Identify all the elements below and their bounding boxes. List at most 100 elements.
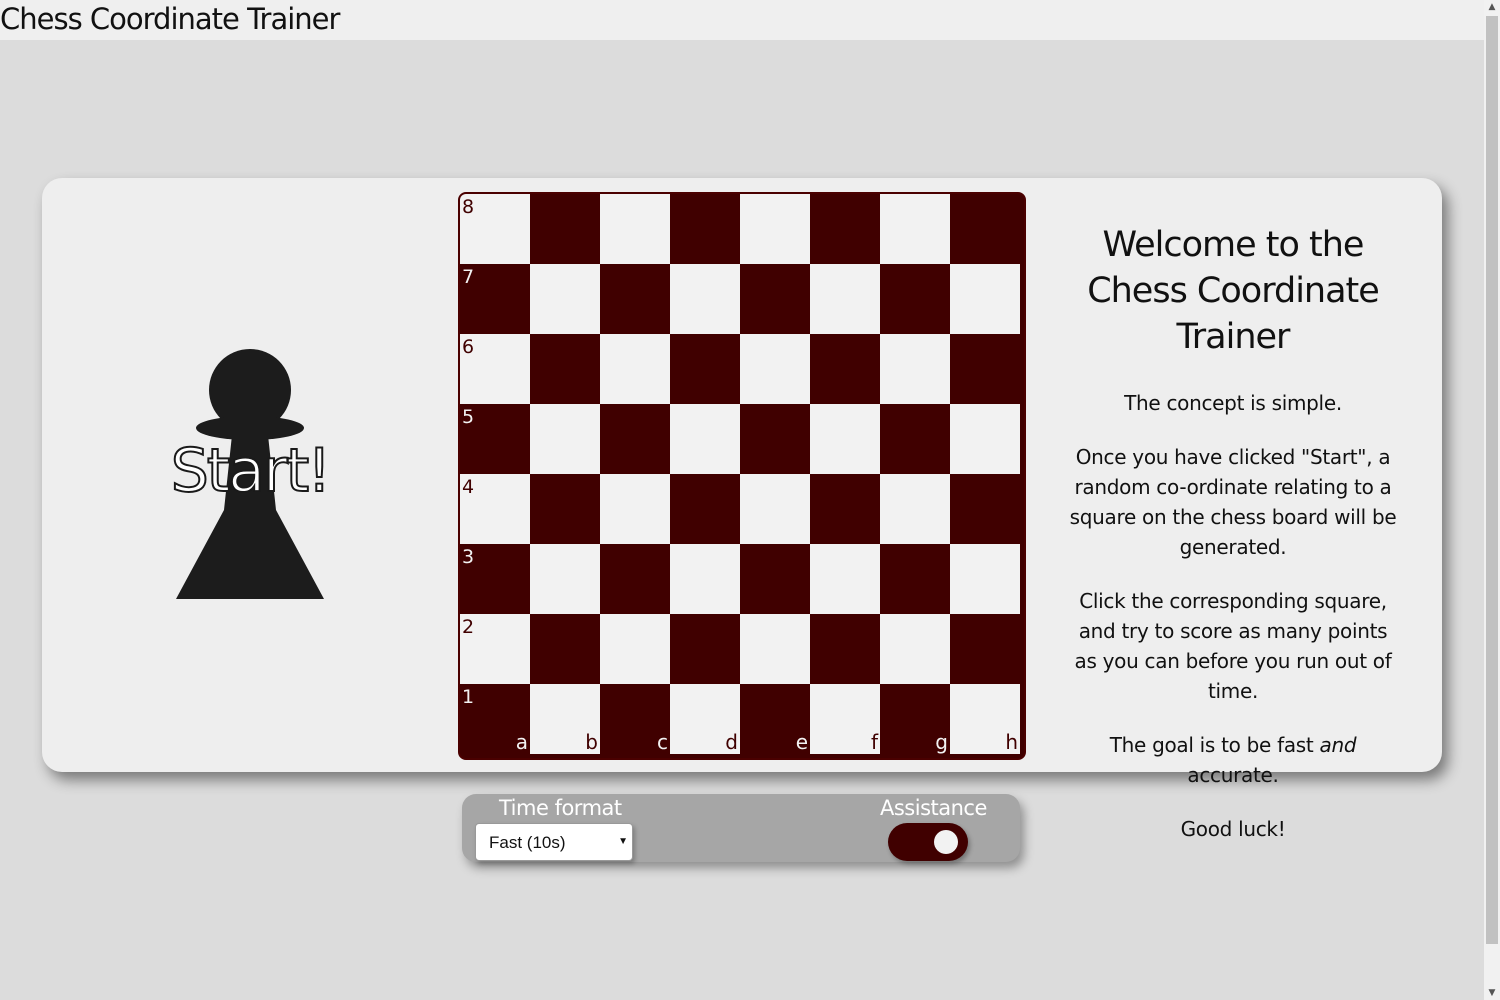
settings-bar: Time format Fast (10s) ▼ Assistance: [462, 794, 1020, 862]
chess-board: 87654321abcdefgh: [458, 192, 1026, 760]
square-a1[interactable]: 1a: [460, 684, 530, 754]
square-a8[interactable]: 8: [460, 194, 530, 264]
square-a2[interactable]: 2: [460, 614, 530, 684]
square-c3[interactable]: [600, 544, 670, 614]
scroll-up-arrow-icon[interactable]: ▲: [1484, 0, 1500, 14]
goal-text-emphasis: and: [1319, 733, 1357, 757]
rank-label: 4: [462, 476, 475, 498]
square-d1[interactable]: d: [670, 684, 740, 754]
square-f2[interactable]: [810, 614, 880, 684]
square-d7[interactable]: [670, 264, 740, 334]
welcome-panel: Welcome to the Chess Coordinate Trainer …: [1065, 222, 1401, 868]
rank-label: 3: [462, 546, 475, 568]
square-a6[interactable]: 6: [460, 334, 530, 404]
intro-text: The concept is simple.: [1124, 391, 1342, 415]
square-h4[interactable]: [950, 474, 1020, 544]
start-label: Start!: [170, 435, 333, 507]
square-b6[interactable]: [530, 334, 600, 404]
square-g7[interactable]: [880, 264, 950, 334]
rank-label: 1: [462, 686, 475, 708]
square-g1[interactable]: g: [880, 684, 950, 754]
square-b8[interactable]: [530, 194, 600, 264]
square-h1[interactable]: h: [950, 684, 1020, 754]
top-bar: Chess Coordinate Trainer: [0, 0, 1484, 40]
goal-text-start: The goal is to be fast: [1109, 733, 1320, 757]
square-g6[interactable]: [880, 334, 950, 404]
square-h6[interactable]: [950, 334, 1020, 404]
assistance-label: Assistance: [880, 796, 987, 820]
app-title: Chess Coordinate Trainer: [0, 2, 340, 36]
rank-label: 7: [462, 266, 475, 288]
scoring-text: Click the corresponding square, and try …: [1074, 589, 1392, 703]
square-c2[interactable]: [600, 614, 670, 684]
start-button[interactable]: Start!: [150, 340, 350, 610]
square-b4[interactable]: [530, 474, 600, 544]
square-d3[interactable]: [670, 544, 740, 614]
toggle-knob: [934, 830, 958, 854]
square-b5[interactable]: [530, 404, 600, 474]
assistance-toggle[interactable]: [888, 823, 968, 861]
square-a3[interactable]: 3: [460, 544, 530, 614]
file-label: b: [585, 730, 598, 754]
welcome-title: Welcome to the Chess Coordinate Trainer: [1087, 225, 1380, 357]
square-f4[interactable]: [810, 474, 880, 544]
square-c8[interactable]: [600, 194, 670, 264]
square-e4[interactable]: [740, 474, 810, 544]
square-h5[interactable]: [950, 404, 1020, 474]
square-d2[interactable]: [670, 614, 740, 684]
square-b1[interactable]: b: [530, 684, 600, 754]
file-label: a: [515, 730, 528, 754]
square-f3[interactable]: [810, 544, 880, 614]
square-f5[interactable]: [810, 404, 880, 474]
file-label: f: [870, 730, 878, 754]
rank-label: 5: [462, 406, 475, 428]
square-d6[interactable]: [670, 334, 740, 404]
square-c1[interactable]: c: [600, 684, 670, 754]
square-g5[interactable]: [880, 404, 950, 474]
square-d8[interactable]: [670, 194, 740, 264]
square-e3[interactable]: [740, 544, 810, 614]
file-label: d: [725, 730, 738, 754]
square-a7[interactable]: 7: [460, 264, 530, 334]
rank-label: 8: [462, 196, 475, 218]
square-d4[interactable]: [670, 474, 740, 544]
file-label: e: [795, 730, 808, 754]
square-c7[interactable]: [600, 264, 670, 334]
square-c4[interactable]: [600, 474, 670, 544]
goal-text-end: accurate.: [1187, 763, 1279, 787]
time-format-select[interactable]: Fast (10s) ▼: [475, 823, 633, 861]
square-b3[interactable]: [530, 544, 600, 614]
square-e6[interactable]: [740, 334, 810, 404]
scroll-thumb[interactable]: [1486, 16, 1498, 944]
rank-label: 2: [462, 616, 475, 638]
square-e8[interactable]: [740, 194, 810, 264]
square-d5[interactable]: [670, 404, 740, 474]
square-h8[interactable]: [950, 194, 1020, 264]
square-e2[interactable]: [740, 614, 810, 684]
square-b7[interactable]: [530, 264, 600, 334]
square-f1[interactable]: f: [810, 684, 880, 754]
time-format-value: Fast (10s): [489, 833, 566, 852]
square-e5[interactable]: [740, 404, 810, 474]
square-b2[interactable]: [530, 614, 600, 684]
square-e1[interactable]: e: [740, 684, 810, 754]
scroll-down-arrow-icon[interactable]: ▼: [1484, 986, 1500, 1000]
square-a4[interactable]: 4: [460, 474, 530, 544]
square-e7[interactable]: [740, 264, 810, 334]
square-h7[interactable]: [950, 264, 1020, 334]
square-g4[interactable]: [880, 474, 950, 544]
file-label: g: [935, 730, 948, 754]
square-f8[interactable]: [810, 194, 880, 264]
square-g8[interactable]: [880, 194, 950, 264]
square-c5[interactable]: [600, 404, 670, 474]
square-f7[interactable]: [810, 264, 880, 334]
goal-text: The goal is to be fast and accurate.: [1065, 730, 1401, 790]
square-g3[interactable]: [880, 544, 950, 614]
square-f6[interactable]: [810, 334, 880, 404]
vertical-scrollbar[interactable]: ▲ ▼: [1484, 0, 1500, 1000]
square-g2[interactable]: [880, 614, 950, 684]
square-a5[interactable]: 5: [460, 404, 530, 474]
square-h3[interactable]: [950, 544, 1020, 614]
square-h2[interactable]: [950, 614, 1020, 684]
square-c6[interactable]: [600, 334, 670, 404]
